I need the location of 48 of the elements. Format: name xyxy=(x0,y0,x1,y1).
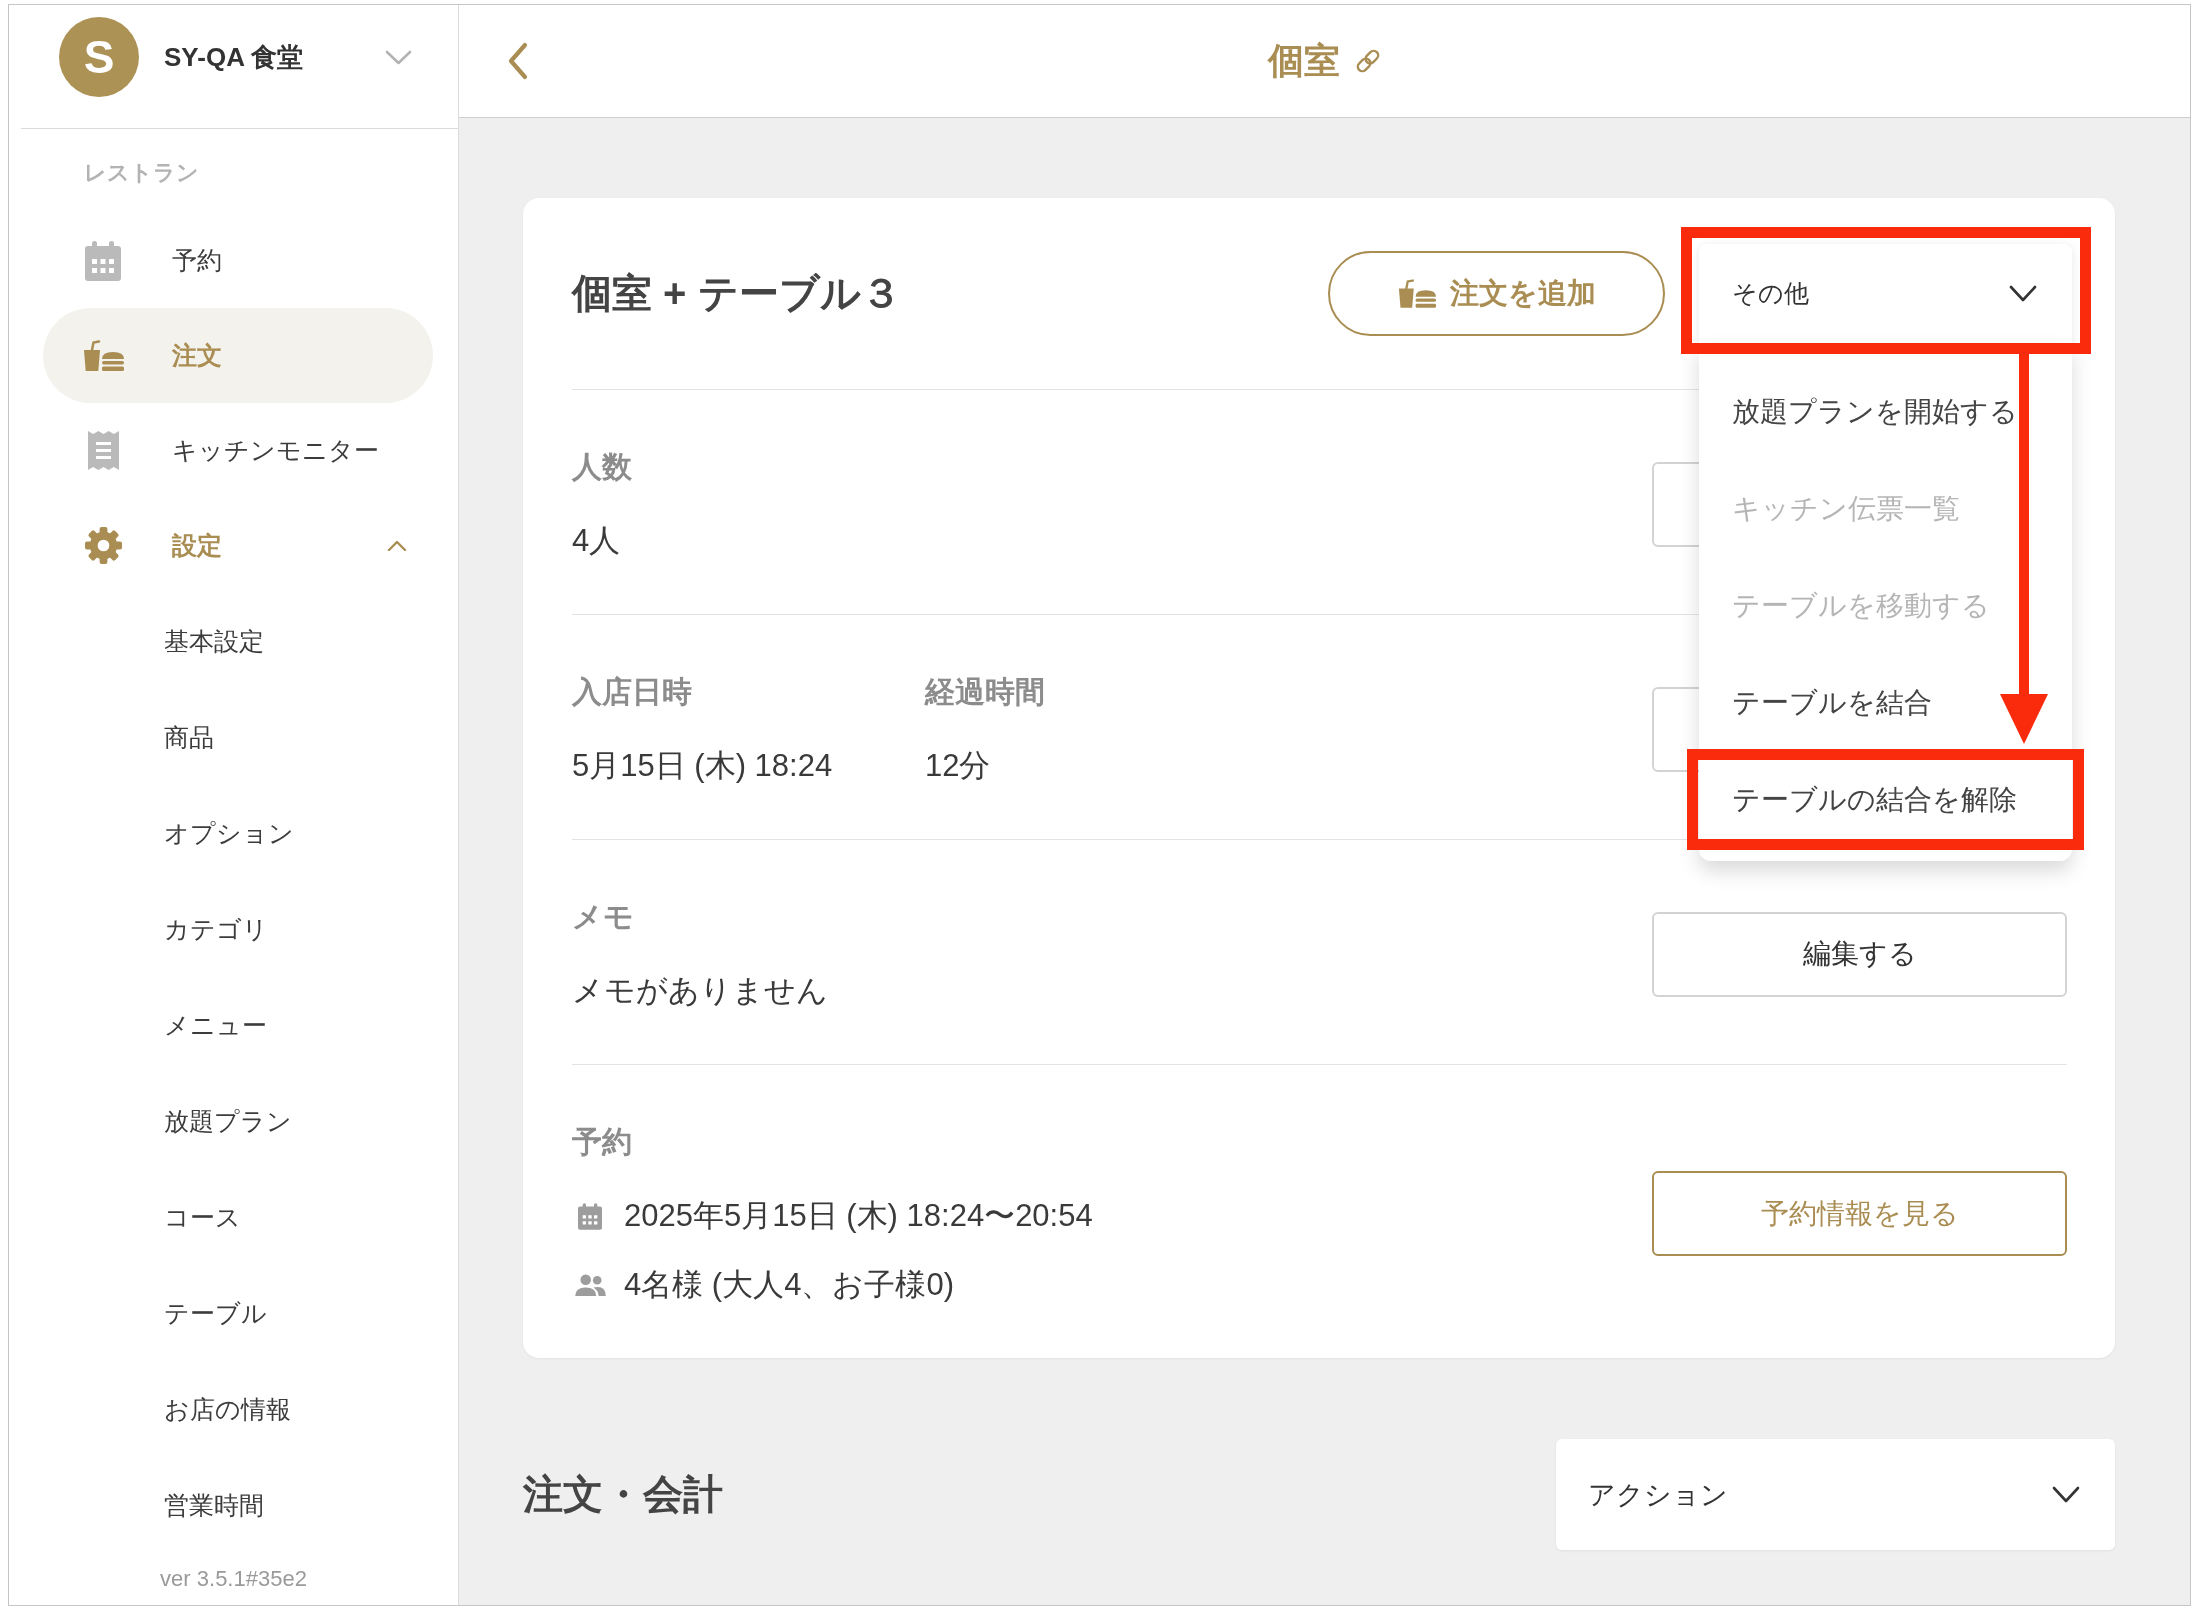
more-select[interactable]: その他 xyxy=(1699,244,2072,343)
nav-subitem[interactable]: 基本設定 xyxy=(164,623,264,659)
nav-subitem[interactable]: お店の情報 xyxy=(164,1391,291,1427)
store-avatar: S xyxy=(59,17,139,97)
nav-item[interactable]: 予約 xyxy=(43,213,433,308)
section-title: 注文・会計 xyxy=(523,1471,723,1518)
nav-subitem[interactable]: メニュー xyxy=(164,1007,267,1043)
reservation-detail: 2025年5月15日 (木) 18:24〜20:54 xyxy=(624,1197,1093,1235)
field-value: 12分 xyxy=(925,747,991,785)
section-label: レストラン xyxy=(84,159,199,187)
chevron-up-icon xyxy=(387,540,407,551)
people-icon xyxy=(574,1274,606,1296)
menu-item[interactable]: テーブルの結合を解除 xyxy=(1699,751,2072,848)
nav-subitem[interactable]: コース xyxy=(164,1199,241,1235)
card-title: 個室 + テーブル３ xyxy=(572,270,901,317)
nav-subitem[interactable]: テーブル xyxy=(164,1295,267,1331)
drink-burger-icon xyxy=(1397,279,1436,308)
field-label: 入店日時 xyxy=(572,674,692,710)
reservation-detail: 4名様 (大人4、お子様0) xyxy=(624,1266,954,1304)
drink-burger-icon xyxy=(82,340,124,371)
calendar-icon xyxy=(85,240,121,281)
field-value: メモがありません xyxy=(572,972,828,1010)
field-value: 4人 xyxy=(572,522,621,560)
page-title: 個室 xyxy=(1267,39,1340,83)
field-label: 予約 xyxy=(572,1124,632,1160)
menu-item[interactable]: 放題プランを開始する xyxy=(1699,363,2072,460)
nav-subitem[interactable]: オプション xyxy=(164,815,294,851)
field-label: メモ xyxy=(572,899,634,935)
action-select[interactable]: アクション xyxy=(1556,1439,2115,1550)
action-button[interactable]: 編集する xyxy=(1652,911,2067,997)
field-label: 人数 xyxy=(572,449,632,485)
chevron-down-icon[interactable] xyxy=(385,49,412,65)
version-label: ver 3.5.1#35e2 xyxy=(160,1565,307,1593)
nav-subitem[interactable]: 営業時間 xyxy=(164,1487,264,1523)
nav-subitem[interactable]: カテゴリ xyxy=(164,911,268,947)
nav-item[interactable]: キッチンモニター xyxy=(43,403,433,498)
chevron-down-icon xyxy=(2052,1486,2080,1503)
chevron-left-icon xyxy=(506,40,529,82)
menu-item[interactable]: テーブルを結合 xyxy=(1699,654,2072,751)
field-value: 5月15日 (木) 18:24 xyxy=(572,747,833,785)
receipt-icon xyxy=(87,431,119,470)
chevron-down-icon xyxy=(2009,285,2037,302)
store-name: SY-QA 食堂 xyxy=(164,40,304,74)
nav-subitem[interactable]: 放題プラン xyxy=(164,1103,292,1139)
nav-subitem[interactable]: 商品 xyxy=(164,719,214,755)
calendar-icon xyxy=(578,1202,602,1230)
gear-icon xyxy=(83,526,123,565)
field-label: 経過時間 xyxy=(925,674,1045,710)
